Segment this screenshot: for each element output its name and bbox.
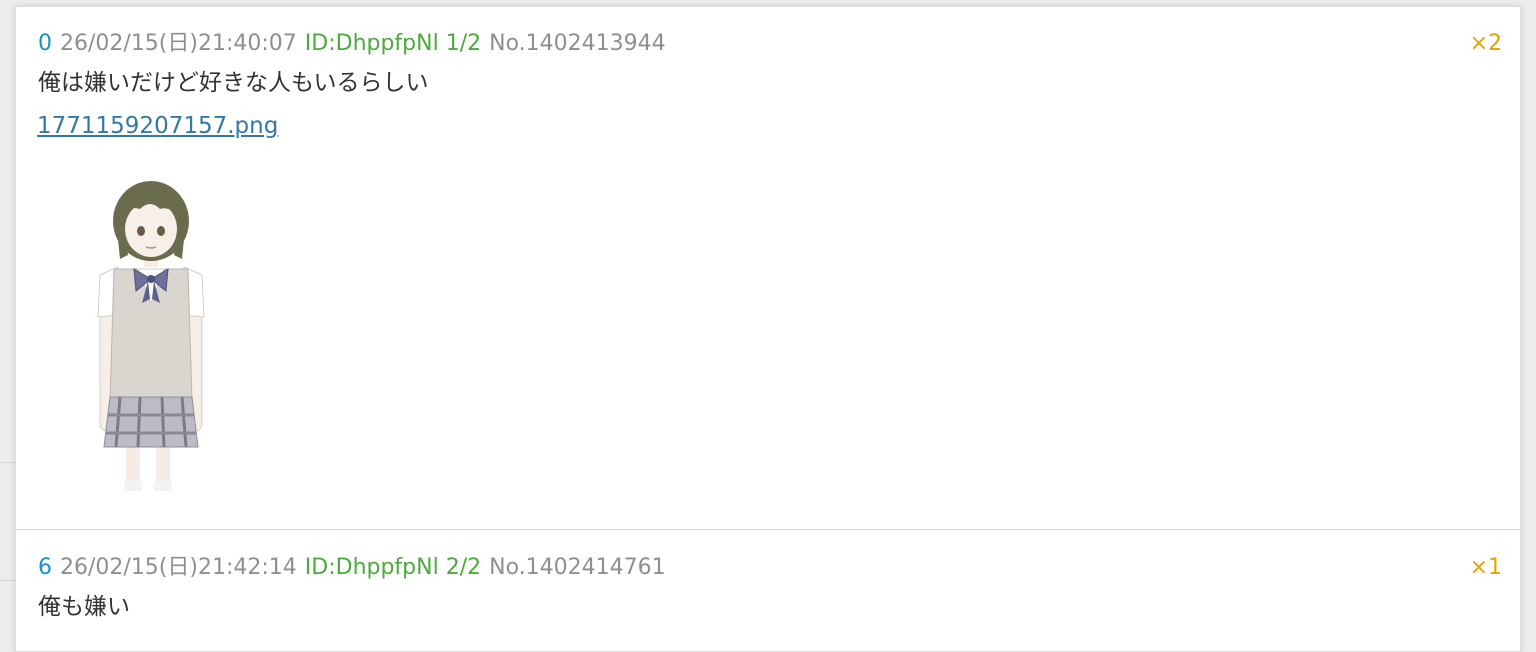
post-body: 俺も嫌い <box>38 594 130 620</box>
post-date: 26/02/15(日)21:42:14 <box>60 555 297 580</box>
backdrop-divider <box>0 580 16 581</box>
res-number[interactable]: 0 <box>38 31 52 56</box>
post-date: 26/02/15(日)21:40:07 <box>60 31 297 56</box>
reply-popup: 0 26/02/15(日)21:40:07 ID:DhppfpNl 1/2 No.14… <box>15 6 1521 652</box>
post-header: 0 26/02/15(日)21:40:07 ID:DhppfpNl 1/2 No.14… <box>38 31 674 57</box>
post-header: 6 26/02/15(日)21:42:14 ID:DhppfpNl 2/2 No.14… <box>38 555 674 581</box>
backdrop-divider <box>0 462 16 463</box>
post-number[interactable]: No.1402413944 <box>489 31 666 56</box>
post-item: 6 26/02/15(日)21:42:14 ID:DhppfpNl 2/2 No.14… <box>16 530 1520 652</box>
post-item: 0 26/02/15(日)21:40:07 ID:DhppfpNl 1/2 No.14… <box>16 7 1520 529</box>
reply-count-badge[interactable]: ×1 <box>1470 555 1502 581</box>
poster-id[interactable]: ID:DhppfpNl 2/2 <box>305 555 481 580</box>
post-number[interactable]: No.1402414761 <box>489 555 666 580</box>
attachment-thumbnail[interactable] <box>80 175 220 495</box>
poster-id[interactable]: ID:DhppfpNl 1/2 <box>305 31 481 56</box>
girl-illustration-image <box>97 181 205 491</box>
reply-count-badge[interactable]: ×2 <box>1470 31 1502 57</box>
attachment-link[interactable]: 1771159207157.png <box>37 111 278 141</box>
post-body: 俺は嫌いだけど好きな人もいるらしい <box>38 70 429 96</box>
res-number[interactable]: 6 <box>38 555 52 580</box>
